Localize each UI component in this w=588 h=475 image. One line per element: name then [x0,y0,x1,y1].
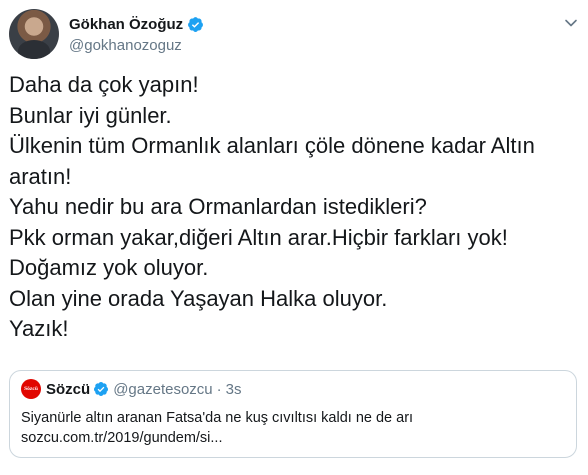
verified-badge-icon [94,382,109,396]
tweet-line: Yazık! [9,316,69,341]
separator-dot: · [216,380,222,398]
chevron-down-icon[interactable] [563,15,579,31]
quoted-avatar-logo-text: Sözcü [24,386,38,392]
tweet-line: aratın! [9,163,72,189]
quoted-link[interactable]: sozcu.com.tr/2019/gundem/si... [21,428,565,448]
tweet-line: Bunlar iyi günler. [9,102,172,128]
tweet-header: Gökhan Özoğuz @gokhanozoguz [9,9,579,61]
author-avatar[interactable] [9,9,59,59]
tweet-line: Yahu nedir bu ara Ormanlardan istedikler… [9,194,427,219]
verified-badge-icon [188,16,204,32]
quoted-author-display-name[interactable]: Sözcü [46,381,90,398]
tweet-card: Gökhan Özoğuz @gokhanozoguz Daha da çok … [0,0,588,475]
quoted-tweet-header: Sözcü Sözcü @gazetesozcu · 3s [21,379,565,399]
quoted-author-handle[interactable]: @gazetesozcu [113,381,212,398]
quoted-text-line: Siyanürle altın aranan Fatsa'da ne kuş c… [21,410,414,426]
tweet-line: Olan yine orada Yaşayan Halka oluyor. [9,285,388,311]
tweet-text: Daha da çok yapın! Bunlar iyi günler. Ül… [9,70,579,345]
quoted-author-avatar[interactable]: Sözcü [21,379,41,399]
tweet-line: Daha da çok yapın! [9,72,199,97]
tweet-line: Ülkenin tüm Ormanlık alanları çöle dönen… [9,133,535,158]
quoted-tweet[interactable]: Sözcü Sözcü @gazetesozcu · 3s Siyanürle … [9,370,577,458]
tweet-line: Doğamız yok oluyor. [9,255,209,280]
author-names: Gökhan Özoğuz @gokhanozoguz [69,14,204,54]
display-name-row: Gökhan Özoğuz [69,14,204,34]
quoted-tweet-text: Siyanürle altın aranan Fatsa'da ne kuş c… [21,408,565,448]
tweet-line: Pkk orman yakar,diğeri Altın arar.Hiçbir… [9,224,508,250]
author-display-name[interactable]: Gökhan Özoğuz [69,16,183,33]
author-handle[interactable]: @gokhanozoguz [69,37,204,54]
quoted-timestamp[interactable]: 3s [226,381,242,398]
